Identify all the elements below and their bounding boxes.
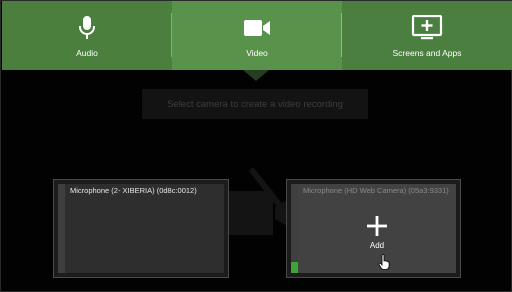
tab-audio[interactable]: Audio	[2, 1, 172, 70]
add-device-button[interactable]: Add	[359, 214, 395, 258]
plus-icon	[367, 214, 387, 238]
tab-label: Audio	[76, 48, 98, 58]
audio-level-meter	[58, 184, 65, 273]
tab-label: Video	[246, 48, 268, 58]
recorder-window: Audio Video Screens and Apps Select came…	[0, 0, 512, 292]
audio-level-fill	[291, 262, 298, 273]
screen-add-icon	[411, 15, 443, 41]
active-tab-pointer	[243, 70, 269, 81]
device-card-microphone-xiberia[interactable]: Microphone (2- XIBERIA) (0d8c:0012)	[53, 179, 229, 278]
device-card-body: Microphone (HD Web Camera) (05a3:9331) A…	[291, 184, 456, 273]
hand-cursor-icon	[378, 254, 390, 270]
audio-level-meter	[291, 184, 298, 273]
device-name: Microphone (HD Web Camera) (05a3:9331)	[303, 186, 449, 195]
source-tab-bar: Audio Video Screens and Apps	[2, 1, 512, 70]
device-card-body: Microphone (2- XIBERIA) (0d8c:0012)	[58, 184, 224, 273]
device-card-microphone-hd-web-camera[interactable]: Microphone (HD Web Camera) (05a3:9331) A…	[286, 179, 461, 278]
video-camera-icon	[243, 15, 271, 41]
tab-screens-and-apps[interactable]: Screens and Apps	[342, 1, 512, 70]
instruction-hint: Select camera to create a video recordin…	[142, 89, 368, 119]
microphone-icon	[77, 15, 97, 41]
tab-label: Screens and Apps	[392, 48, 462, 58]
device-name: Microphone (2- XIBERIA) (0d8c:0012)	[70, 186, 197, 195]
tab-video[interactable]: Video	[172, 1, 342, 70]
add-label: Add	[369, 241, 385, 250]
